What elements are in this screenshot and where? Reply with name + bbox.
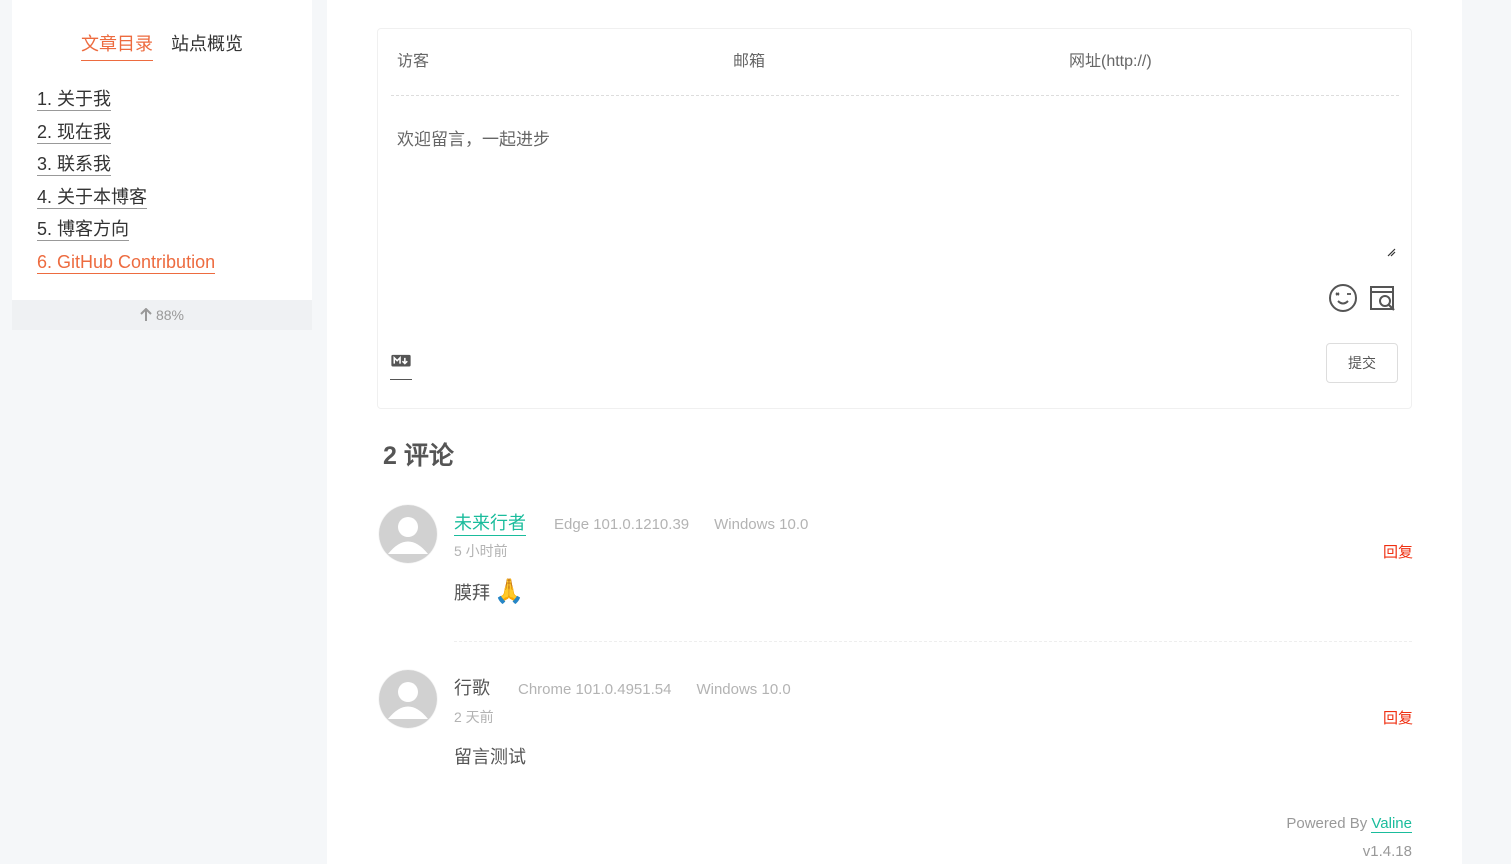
comment-item: 未来行者 Edge 101.0.1210.39 Windows 10.0 5 小…	[379, 505, 1413, 635]
back-to-top[interactable]: 88%	[12, 300, 312, 330]
comment-browser: Chrome 101.0.4951.54	[518, 681, 672, 698]
comment-browser: Edge 101.0.1210.39	[554, 516, 690, 533]
user-avatar-icon	[379, 670, 437, 728]
submit-button[interactable]: 提交	[1326, 343, 1398, 383]
toc-item-about-me[interactable]: 1. 关于我	[37, 88, 112, 111]
comment-os: Windows 10.0	[714, 516, 809, 533]
right-gutter	[1462, 0, 1511, 864]
comment-divider	[454, 641, 1412, 642]
website-input[interactable]	[1063, 53, 1399, 71]
toc-item-now[interactable]: 2. 现在我	[37, 121, 112, 144]
comment-os: Windows 10.0	[696, 681, 791, 698]
reply-button[interactable]: 回复	[1383, 707, 1413, 728]
reading-progress: 88%	[155, 307, 185, 323]
powered-by: Powered By Valine	[1286, 815, 1412, 833]
folded-hands-emoji-icon: 🙏	[494, 578, 524, 605]
markdown-icon[interactable]	[390, 353, 412, 380]
sidebar-tabs: 文章目录 站点概览	[12, 30, 312, 61]
toc-item-github-contribution[interactable]: 6. GitHub Contribution	[37, 251, 216, 274]
emoji-icon[interactable]	[1328, 283, 1358, 313]
version-label: v1.4.18	[1362, 843, 1412, 860]
reply-button[interactable]: 回复	[1383, 541, 1413, 562]
comment-text: 膜拜	[454, 582, 490, 603]
comment-author[interactable]: 未来行者	[454, 509, 526, 536]
arrow-up-icon	[140, 308, 152, 321]
table-of-contents: 1. 关于我 2. 现在我 3. 联系我 4. 关于本博客 5. 博客方向 6.…	[37, 88, 216, 283]
preview-icon[interactable]	[1368, 283, 1398, 313]
comment-text: 留言测试	[454, 747, 526, 767]
resize-handle-icon[interactable]	[1386, 247, 1396, 257]
main-content: 提交 2 评论 未来行者 Edge 101.0.1210.39 Windows …	[327, 0, 1462, 864]
comment-form: 提交	[377, 28, 1412, 409]
comment-time: 5 小时前	[454, 543, 508, 559]
comment-meta-row	[391, 29, 1399, 96]
toc-item-contact[interactable]: 3. 联系我	[37, 153, 112, 176]
powered-by-label: Powered By	[1286, 815, 1368, 832]
toc-item-blog-direction[interactable]: 5. 博客方向	[37, 218, 130, 241]
toc-item-about-blog[interactable]: 4. 关于本博客	[37, 186, 148, 209]
comment-body: 膜拜 🙏	[454, 577, 524, 606]
nick-input[interactable]	[391, 53, 727, 71]
tab-toc[interactable]: 文章目录	[81, 30, 153, 61]
comment-time: 2 天前	[454, 709, 494, 725]
sidebar: 文章目录 站点概览 1. 关于我 2. 现在我 3. 联系我 4. 关于本博客 …	[12, 0, 312, 300]
comment-author: 行歌	[454, 678, 490, 698]
valine-link[interactable]: Valine	[1371, 815, 1412, 833]
avatar	[379, 505, 437, 563]
tab-site-overview[interactable]: 站点概览	[171, 30, 243, 61]
comment-body: 留言测试	[454, 743, 526, 769]
email-input[interactable]	[727, 53, 1063, 71]
comment-head: 行歌 Chrome 101.0.4951.54 Windows 10.0	[454, 674, 816, 700]
comment-textarea[interactable]	[397, 125, 1397, 260]
user-avatar-icon	[379, 505, 437, 563]
comment-head: 未来行者 Edge 101.0.1210.39 Windows 10.0	[454, 509, 833, 536]
comment-count: 2 评论	[383, 442, 454, 470]
comment-item: 行歌 Chrome 101.0.4951.54 Windows 10.0 2 天…	[379, 670, 1413, 780]
avatar	[379, 670, 437, 728]
